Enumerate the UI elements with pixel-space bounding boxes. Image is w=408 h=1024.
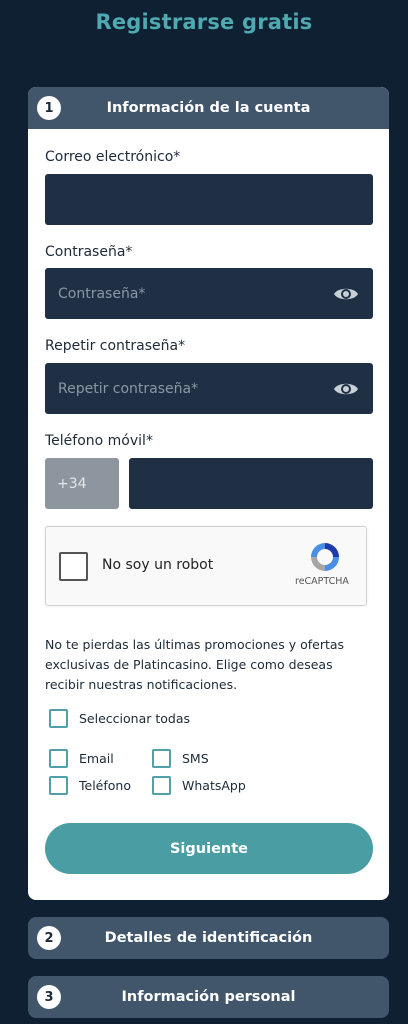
email-option-label: Email bbox=[79, 751, 114, 766]
step-header-personal[interactable]: 3 Información personal bbox=[28, 976, 389, 1018]
step-header-identification[interactable]: 2 Detalles de identificación bbox=[28, 917, 389, 959]
email-checkbox[interactable] bbox=[49, 749, 68, 768]
recaptcha-checkbox[interactable] bbox=[59, 552, 88, 581]
recaptcha-logo-icon bbox=[311, 543, 339, 571]
password-input[interactable] bbox=[45, 268, 373, 319]
step-number-badge: 2 bbox=[37, 926, 61, 950]
account-info-card: 1 Información de la cuenta Correo electr… bbox=[28, 87, 389, 900]
email-input[interactable] bbox=[45, 174, 373, 225]
step-title: Información de la cuenta bbox=[106, 100, 311, 116]
repeat-password-input[interactable] bbox=[45, 363, 373, 414]
phone-option-label: Teléfono bbox=[79, 778, 131, 793]
select-all-label: Seleccionar todas bbox=[79, 711, 191, 726]
repeat-password-label: Repetir contraseña* bbox=[45, 338, 186, 354]
show-password-eye-icon[interactable] bbox=[333, 285, 359, 303]
promotions-text: No te pierdas las últimas promociones y … bbox=[45, 637, 345, 692]
whatsapp-option-label: WhatsApp bbox=[182, 778, 246, 793]
step-number-badge: 3 bbox=[37, 985, 61, 1009]
phone-label: Teléfono móvil* bbox=[45, 433, 153, 449]
phone-input[interactable] bbox=[129, 458, 373, 509]
step-header-account[interactable]: 1 Información de la cuenta bbox=[28, 87, 389, 129]
password-label: Contraseña* bbox=[45, 244, 133, 260]
step-number-badge: 1 bbox=[37, 96, 61, 120]
step-title: Información personal bbox=[121, 989, 296, 1005]
email-label: Correo electrónico* bbox=[45, 149, 181, 165]
sms-option-label: SMS bbox=[182, 751, 209, 766]
whatsapp-checkbox[interactable] bbox=[152, 776, 171, 795]
recaptcha-label: No soy un robot bbox=[102, 557, 214, 573]
select-all-checkbox[interactable] bbox=[49, 709, 68, 728]
next-button[interactable]: Siguiente bbox=[45, 823, 373, 874]
recaptcha-brand: reCAPTCHA bbox=[295, 576, 349, 587]
phone-checkbox[interactable] bbox=[49, 776, 68, 795]
recaptcha-widget: No soy un robot reCAPTCHA bbox=[45, 526, 367, 606]
step-title: Detalles de identificación bbox=[104, 930, 313, 946]
show-repeat-password-eye-icon[interactable] bbox=[333, 380, 359, 398]
phone-prefix-field[interactable]: +34 bbox=[45, 458, 119, 509]
page-title: Registrarse gratis bbox=[95, 10, 313, 34]
sms-checkbox[interactable] bbox=[152, 749, 171, 768]
